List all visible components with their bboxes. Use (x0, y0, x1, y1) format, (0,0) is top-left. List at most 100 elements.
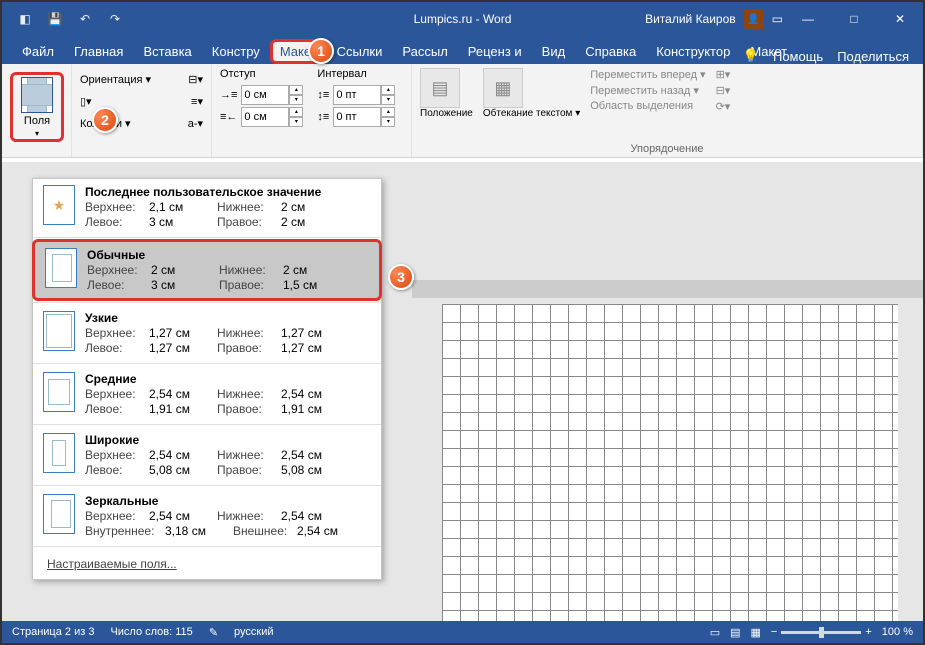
indent-right-input[interactable] (241, 107, 289, 127)
help-label[interactable]: Помощь (773, 49, 823, 64)
tab-design[interactable]: Констру (202, 39, 270, 64)
tab-mailings[interactable]: Рассыл (392, 39, 457, 64)
arrange-label: Упорядочение (420, 143, 914, 157)
close-button[interactable]: ✕ (877, 2, 923, 36)
group-icon[interactable]: ⊟▾ (716, 84, 731, 97)
margin-title: Последнее пользовательское значение (85, 185, 321, 199)
spin-down[interactable]: ▾ (289, 95, 303, 105)
tab-references[interactable]: Ссылки (327, 39, 393, 64)
grid (442, 304, 898, 621)
margin-item-normal[interactable]: Обычные Верхнее:2 смНижнее:2 см Левое:3 … (32, 239, 382, 301)
wrap-text-button[interactable]: ▦ (483, 68, 523, 108)
spin-up[interactable]: ▴ (381, 85, 395, 95)
indent-left-icon: →≡ (220, 89, 237, 101)
ribbon-options-icon[interactable]: ▭ (772, 12, 783, 26)
read-mode-icon[interactable]: ▭ (710, 626, 720, 639)
tell-me-icon[interactable]: 💡 (743, 48, 759, 64)
page-setup-label (80, 155, 203, 157)
chevron-down-icon: ▾ (35, 129, 39, 138)
callout-1: 1 (308, 38, 334, 64)
zoom-in-icon[interactable]: + (865, 626, 871, 638)
separator (33, 363, 381, 364)
tab-file[interactable]: Файл (12, 39, 64, 64)
word-count[interactable]: Число слов: 115 (110, 626, 192, 638)
tab-home[interactable]: Главная (64, 39, 133, 64)
separator (33, 302, 381, 303)
ribbon-tabs: Файл Главная Вставка Констру Макет Ссылк… (2, 36, 923, 64)
proofing-icon[interactable]: ✎ (209, 626, 218, 639)
bring-forward-button[interactable]: Переместить вперед ▾ (590, 68, 705, 81)
zoom-out-icon[interactable]: − (771, 626, 777, 638)
spin-up[interactable]: ▴ (289, 85, 303, 95)
ribbon: Поля ▾ Ориентация ▾⊟▾ ▯▾≡▾ Колонки ▾a-▾ … (2, 64, 923, 158)
tab-insert[interactable]: Вставка (133, 39, 201, 64)
separator (33, 546, 381, 547)
indent-right-icon: ≡← (220, 111, 237, 123)
interval-before-input[interactable] (333, 85, 381, 105)
zoom-level[interactable]: 100 % (882, 626, 913, 638)
separator (33, 485, 381, 486)
margin-item-moderate[interactable]: Средние Верхнее:2,54 смНижнее:2,54 см Ле… (33, 366, 381, 422)
spin-up[interactable]: ▴ (381, 107, 395, 117)
margin-title: Обычные (87, 248, 145, 262)
undo-icon[interactable]: ↶ (74, 8, 96, 30)
margin-title: Средние (85, 372, 137, 386)
wrap-label: Обтекание текстом ▾ (483, 108, 580, 119)
position-button[interactable]: ▤ (420, 68, 460, 108)
slider-thumb[interactable] (819, 627, 824, 638)
zoom-slider[interactable]: − + (771, 626, 872, 638)
spin-up[interactable]: ▴ (289, 107, 303, 117)
space-after-icon: ↕≡ (317, 111, 329, 123)
tab-table-design[interactable]: Конструктор (646, 39, 740, 64)
margin-item-mirror[interactable]: Зеркальные Верхнее:2,54 смНижнее:2,54 см… (33, 488, 381, 544)
language-status[interactable]: русский (234, 626, 273, 638)
ruler-horizontal[interactable] (412, 280, 923, 298)
rotate-icon[interactable]: ⟳▾ (716, 100, 731, 113)
share-button[interactable]: Поделиться (837, 49, 909, 64)
selection-pane-button[interactable]: Область выделения (590, 100, 705, 112)
margin-item-narrow[interactable]: Узкие Верхнее:1,27 смНижнее:1,27 см Лево… (33, 305, 381, 361)
maximize-button[interactable]: □ (831, 2, 877, 36)
indent-heading: Отступ (220, 68, 303, 80)
margins-button[interactable]: Поля ▾ (10, 72, 64, 142)
save-icon[interactable]: 💾 (44, 8, 66, 30)
redo-icon[interactable]: ↷ (104, 8, 126, 30)
avatar[interactable]: 👤 (744, 9, 764, 29)
spin-down[interactable]: ▾ (289, 117, 303, 127)
window-title: Lumpics.ru - Word (414, 12, 512, 26)
spin-down[interactable]: ▾ (381, 117, 395, 127)
send-backward-button[interactable]: Переместить назад ▾ (590, 84, 705, 97)
hyphenation-icon[interactable]: a-▾ (188, 117, 203, 130)
user-name[interactable]: Виталий Каиров (645, 12, 736, 26)
statusbar: Страница 2 из 3 Число слов: 115 ✎ русски… (2, 621, 923, 643)
breaks-icon[interactable]: ⊟▾ (188, 73, 203, 86)
web-layout-icon[interactable]: ▦ (751, 626, 761, 639)
orientation-button[interactable]: Ориентация ▾ (80, 73, 151, 86)
margins-icon (21, 77, 53, 113)
custom-margins-button[interactable]: Настраиваемые поля... (33, 549, 381, 579)
interval-heading: Интервал (317, 68, 395, 80)
tab-help[interactable]: Справка (575, 39, 646, 64)
margin-thumb-icon (43, 494, 75, 534)
margins-dropdown: ★ Последнее пользовательское значение Ве… (32, 178, 382, 580)
align-icon[interactable]: ⊞▾ (716, 68, 731, 81)
tab-view[interactable]: Вид (532, 39, 576, 64)
size-icon[interactable]: ▯▾ (80, 95, 92, 108)
line-numbers-icon[interactable]: ≡▾ (191, 95, 203, 108)
separator (33, 237, 381, 238)
page-status[interactable]: Страница 2 из 3 (12, 626, 94, 638)
print-layout-icon[interactable]: ▤ (730, 626, 740, 639)
margin-thumb-icon (43, 433, 75, 473)
margin-item-last-custom[interactable]: ★ Последнее пользовательское значение Ве… (33, 179, 381, 235)
indent-left-input[interactable] (241, 85, 289, 105)
tab-review[interactable]: Реценз и (458, 39, 532, 64)
interval-after-input[interactable] (333, 107, 381, 127)
page[interactable] (442, 304, 898, 621)
callout-3: 3 (388, 264, 414, 290)
paragraph-label (220, 155, 403, 157)
margin-item-wide[interactable]: Широкие Верхнее:2,54 смНижнее:2,54 см Ле… (33, 427, 381, 483)
slider-track[interactable] (781, 631, 861, 634)
minimize-button[interactable]: — (785, 2, 831, 36)
spin-down[interactable]: ▾ (381, 95, 395, 105)
autosave-icon[interactable]: ◧ (14, 8, 36, 30)
